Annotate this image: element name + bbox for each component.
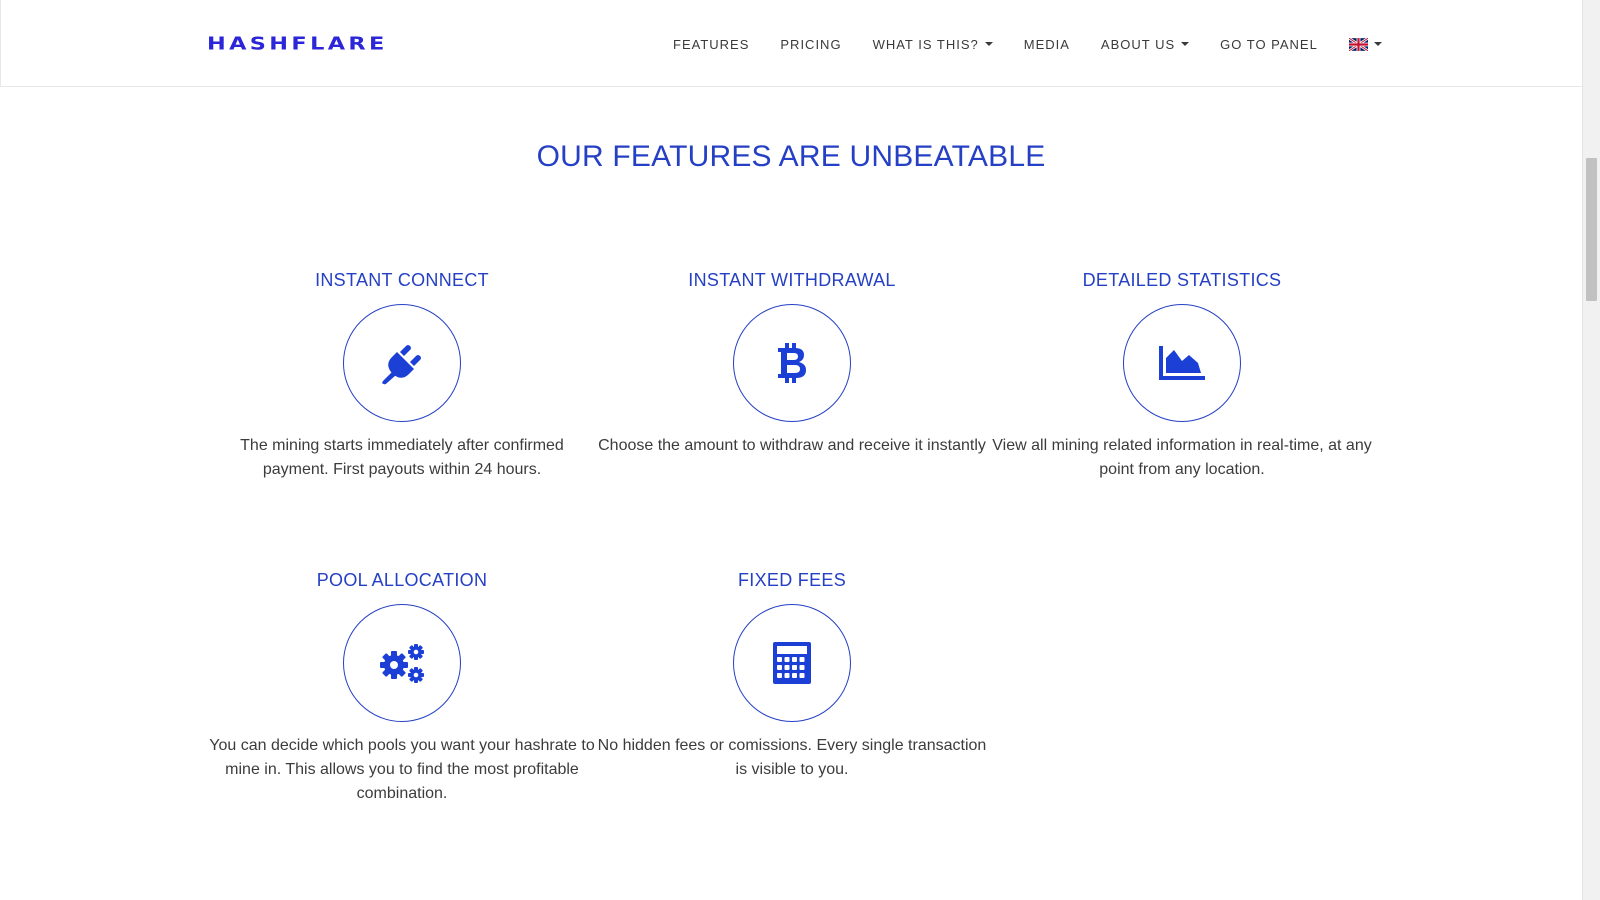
caret-down-icon: [984, 42, 993, 46]
page: HASHFLARE FEATURES PRICING WHAT IS THIS?…: [0, 0, 1600, 900]
nav-go-to-panel-label: GO TO PANEL: [1220, 36, 1318, 52]
feature-description: You can decide which pools you want your…: [209, 737, 595, 802]
plug-icon: [377, 339, 427, 387]
nav-what-is-this[interactable]: WHAT IS THIS?: [873, 37, 993, 52]
feature-description: View all mining related information in r…: [992, 437, 1372, 478]
feature-icon-circle: [733, 304, 851, 422]
feature-description: No hidden fees or comissions. Every sing…: [597, 737, 987, 778]
gears-icon: [378, 641, 426, 685]
scrollbar-thumb[interactable]: [1586, 158, 1597, 301]
nav-pricing[interactable]: PRICING: [780, 37, 841, 52]
uk-flag-icon: [1348, 36, 1369, 52]
logo-text: HASHFLARE: [207, 32, 388, 54]
bitcoin-icon: [775, 341, 809, 385]
feature-pool-allocation: POOL ALLOCATION You can decide which poo…: [207, 568, 597, 806]
feature-title: DETAILED STATISTICS: [1082, 270, 1282, 290]
feature-title: INSTANT WITHDRAWAL: [688, 270, 896, 290]
feature-description: The mining starts immediately after conf…: [240, 437, 564, 478]
nav-features-label: FEATURES: [673, 36, 750, 52]
nav-about-us-label: ABOUT US: [1100, 36, 1176, 52]
caret-down-icon: [1373, 42, 1382, 46]
top-navbar: HASHFLARE FEATURES PRICING WHAT IS THIS?…: [0, 0, 1582, 87]
language-selector[interactable]: [1348, 36, 1382, 52]
feature-icon-circle: [733, 604, 851, 722]
nav-what-is-this-label: WHAT IS THIS?: [872, 36, 979, 52]
caret-down-icon: [1181, 42, 1190, 46]
feature-icon-circle: [343, 604, 461, 722]
area-chart-icon: [1157, 344, 1207, 382]
feature-instant-connect: INSTANT CONNECT The mining starts immedi…: [207, 268, 597, 482]
features-heading: OUR FEATURES ARE UNBEATABLE: [536, 140, 1046, 173]
feature-icon-circle: [343, 304, 461, 422]
nav-about-us[interactable]: ABOUT US: [1100, 36, 1190, 52]
calculator-icon: [772, 641, 812, 685]
feature-fixed-fees: FIXED FEES No hidden fees or comissions.…: [597, 568, 987, 782]
feature-instant-withdrawal: INSTANT WITHDRAWAL Choose the amount to …: [597, 268, 987, 458]
feature-title: FIXED FEES: [737, 570, 847, 590]
main-nav: FEATURES PRICING WHAT IS THIS? MEDIA ABO…: [673, 33, 1382, 55]
nav-media[interactable]: MEDIA: [1024, 37, 1070, 52]
nav-go-to-panel[interactable]: GO TO PANEL: [1220, 37, 1318, 52]
nav-features[interactable]: FEATURES: [673, 37, 749, 52]
nav-media-label: MEDIA: [1023, 36, 1070, 52]
feature-description: Choose the amount to withdraw and receiv…: [598, 437, 986, 454]
nav-pricing-label: PRICING: [780, 36, 842, 52]
page-scrollbar[interactable]: [1582, 0, 1600, 900]
feature-icon-circle: [1123, 304, 1241, 422]
feature-title: INSTANT CONNECT: [315, 270, 489, 290]
feature-detailed-statistics: DETAILED STATISTICS View all mining rela…: [987, 268, 1377, 482]
feature-title: POOL ALLOCATION: [316, 570, 488, 590]
logo[interactable]: HASHFLARE: [207, 30, 411, 56]
